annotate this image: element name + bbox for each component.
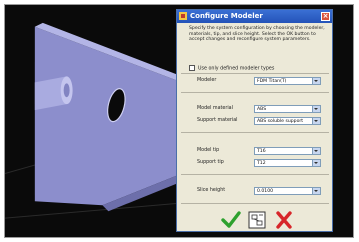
use-only-defined-label: Use only defined modeler types [198,66,275,72]
red-x-icon [276,211,292,229]
slice-height-value: 0.0100 [257,189,274,194]
support-tip-value: T12 [257,161,266,166]
chevron-down-icon[interactable] [312,78,320,84]
modeler-select[interactable]: FDM Titan(T) [254,77,321,85]
ok-button[interactable] [221,211,241,229]
divider [181,174,329,175]
model-tip-value: T16 [257,149,266,154]
part-model [34,22,182,212]
screenshot-frame: Configure Modeler × Specify the system c… [4,4,354,238]
app-icon [179,12,187,20]
details-button[interactable] [247,211,267,229]
chevron-down-icon[interactable] [312,160,320,166]
use-only-defined-row: Use only defined modeler types [189,65,274,72]
config-details-icon [248,211,266,229]
divider [181,92,329,93]
support-material-value: ABS soluble support [257,119,304,124]
support-tip-select[interactable]: T12 [254,159,321,167]
model-material-select[interactable]: ABS [254,105,321,113]
dialog-description: Specify the system configuration by choo… [189,26,325,43]
chevron-down-icon[interactable] [312,188,320,194]
chevron-down-icon[interactable] [312,118,320,124]
dialog-title: Configure Modeler [190,12,263,20]
modeler-label: Modeler [197,78,217,83]
chevron-down-icon[interactable] [312,106,320,112]
model-material-label: Model material [197,106,233,111]
chevron-down-icon[interactable] [312,148,320,154]
close-icon: × [322,12,329,20]
close-button[interactable]: × [321,12,330,21]
dialog-titlebar: Configure Modeler × [177,10,332,23]
support-tip-label: Support tip [197,160,224,165]
modeler-value: FDM Titan(T) [257,79,287,84]
green-checkmark-icon [221,211,241,228]
use-only-defined-checkbox[interactable] [189,65,195,71]
divider [181,203,329,204]
model-material-value: ABS [257,107,267,112]
divider [181,73,329,74]
configure-modeler-dialog: Configure Modeler × Specify the system c… [176,9,333,232]
model-tip-select[interactable]: T16 [254,147,321,155]
model-tip-label: Model tip [197,148,220,153]
support-material-label: Support material [197,118,238,123]
cancel-button[interactable] [274,211,294,229]
support-material-select[interactable]: ABS soluble support [254,117,321,125]
slice-height-label: Slice height [197,188,226,193]
divider [181,132,329,133]
slice-height-select[interactable]: 0.0100 [254,187,321,195]
grid-line [5,202,180,219]
